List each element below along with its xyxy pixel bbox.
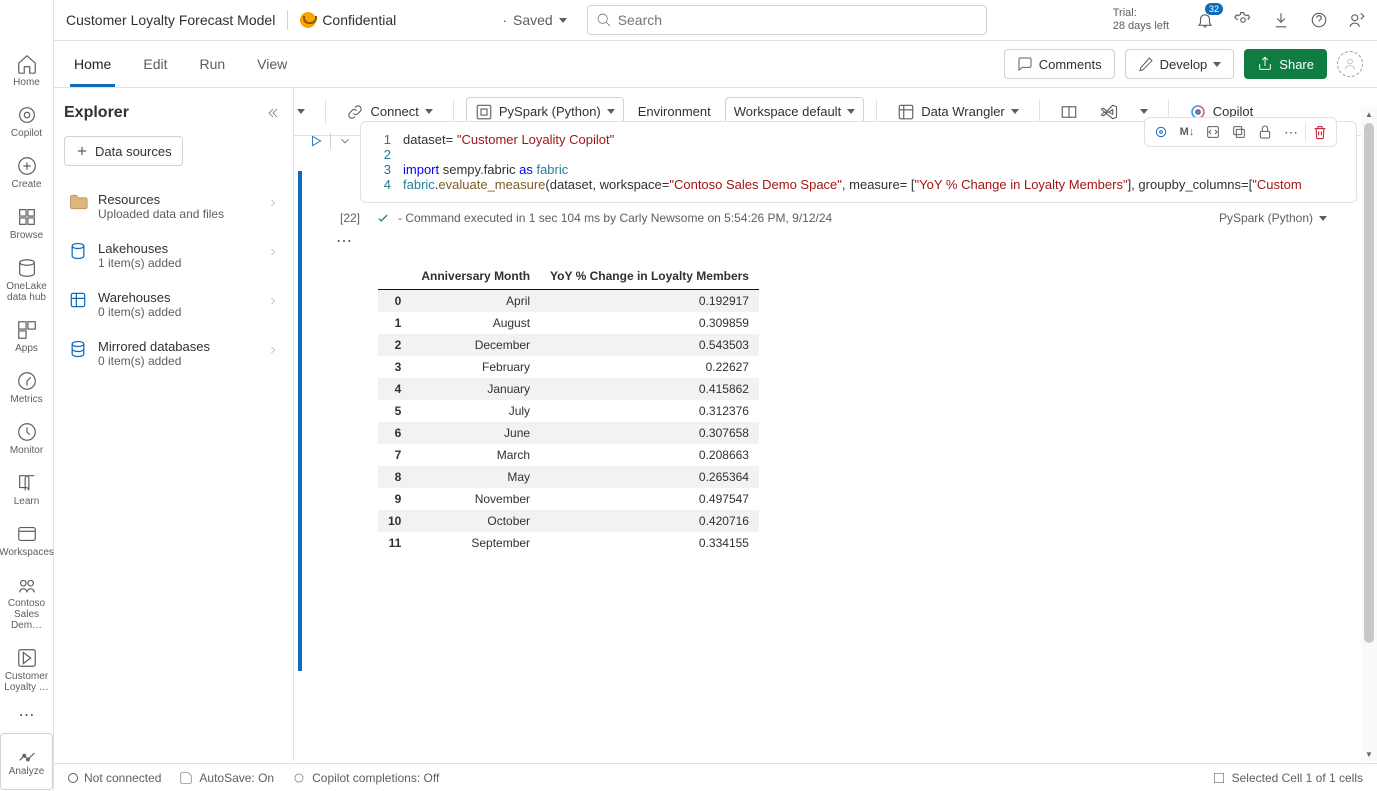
sensitivity-label[interactable]: Confidential — [300, 12, 396, 28]
confidential-icon — [300, 12, 316, 28]
tab-edit[interactable]: Edit — [127, 41, 183, 87]
search-input[interactable] — [618, 12, 978, 28]
cell-lock-icon[interactable] — [1253, 120, 1277, 144]
output-table: Anniversary Month YoY % Change in Loyalt… — [378, 263, 759, 554]
status-bar: Not connected AutoSave: On Copilot compl… — [54, 763, 1377, 791]
explorer-item[interactable]: Warehouses0 item(s) added — [64, 280, 283, 329]
cell-copy-icon[interactable] — [1227, 120, 1251, 144]
table-row: 2December0.543503 — [378, 334, 759, 356]
rail-metrics[interactable]: Metrics — [0, 362, 53, 413]
develop-button[interactable]: Develop — [1125, 49, 1235, 79]
vertical-scrollbar[interactable]: ▲ ▼ — [1361, 107, 1377, 761]
table-row: 1August0.309859 — [378, 312, 759, 334]
run-cell-dropdown[interactable] — [335, 131, 355, 151]
table-row: 10October0.420716 — [378, 510, 759, 532]
cell-more-icon[interactable]: ⋯ — [1279, 120, 1303, 144]
cell-toolbar: M↓ ⋯ — [1144, 117, 1337, 147]
rail-workspaces[interactable]: Workspaces — [0, 515, 53, 566]
explorer-title: Explorer — [64, 104, 129, 122]
rail-monitor[interactable]: Monitor — [0, 413, 53, 464]
table-row: 11September0.334155 — [378, 532, 759, 554]
tab-view[interactable]: View — [241, 41, 303, 87]
table-row: 8May0.265364 — [378, 466, 759, 488]
rail-onelake[interactable]: OneLake data hub — [0, 249, 53, 311]
table-row: 9November0.497547 — [378, 488, 759, 510]
exec-count: [22] — [326, 211, 360, 225]
chevron-down-icon — [559, 18, 567, 23]
document-title: Customer Loyalty Forecast Model — [66, 12, 275, 28]
share-button[interactable]: Share — [1244, 49, 1327, 79]
selection-status: Selected Cell 1 of 1 cells — [1212, 771, 1363, 785]
explorer-item[interactable]: ResourcesUploaded data and files — [64, 182, 283, 231]
help-icon[interactable] — [1309, 10, 1329, 30]
presence-avatar[interactable] — [1337, 51, 1363, 77]
rail-browse[interactable]: Browse — [0, 198, 53, 249]
trial-status: Trial:28 days left — [1113, 7, 1169, 33]
rail-home[interactable]: Home — [0, 45, 53, 96]
divider — [287, 10, 288, 30]
success-icon — [376, 211, 390, 225]
table-row: 5July0.312376 — [378, 400, 759, 422]
data-sources-button[interactable]: Data sources — [64, 136, 183, 166]
explorer-item[interactable]: Mirrored databases0 item(s) added — [64, 329, 283, 378]
search-icon — [596, 12, 612, 28]
table-row: 4January0.415862 — [378, 378, 759, 400]
feedback-icon[interactable] — [1347, 10, 1367, 30]
rail-apps[interactable]: Apps — [0, 311, 53, 362]
explorer-item[interactable]: Lakehouses1 item(s) added — [64, 231, 283, 280]
comments-button[interactable]: Comments — [1004, 49, 1115, 79]
rail-create[interactable]: Create — [0, 147, 53, 198]
connection-status[interactable]: Not connected — [68, 771, 161, 785]
cell-focus-indicator — [298, 171, 302, 671]
settings-icon[interactable] — [1233, 10, 1253, 30]
output-menu-icon[interactable]: ⋯ — [336, 231, 1357, 251]
rail-copilot[interactable]: Copilot — [0, 96, 53, 147]
table-row: 0April0.192917 — [378, 290, 759, 313]
copilot-status[interactable]: Copilot completions: Off — [292, 771, 439, 785]
cell-language[interactable]: PySpark (Python) — [1219, 211, 1327, 225]
search-box[interactable] — [587, 5, 987, 35]
save-status[interactable]: · Saved — [502, 12, 566, 28]
tab-home[interactable]: Home — [58, 41, 127, 87]
notifications-icon[interactable]: 32 — [1195, 10, 1215, 30]
cell-convert-icon[interactable] — [1201, 120, 1225, 144]
table-row: 6June0.307658 — [378, 422, 759, 444]
rail-analyze[interactable]: Analyze — [0, 733, 53, 790]
autosave-status[interactable]: AutoSave: On — [179, 771, 274, 785]
table-row: 7March0.208663 — [378, 444, 759, 466]
rail-contoso[interactable]: Contoso Sales Dem… — [0, 566, 53, 639]
cell-delete-icon[interactable] — [1308, 120, 1332, 144]
tab-run[interactable]: Run — [183, 41, 241, 87]
rail-learn[interactable]: Learn — [0, 464, 53, 515]
collapse-icon[interactable] — [267, 105, 283, 121]
rail-customer[interactable]: Customer Loyalty … — [0, 639, 53, 701]
table-row: 3February0.22627 — [378, 356, 759, 378]
cell-copilot-icon[interactable] — [1149, 120, 1173, 144]
explorer-panel: Explorer Data sources ResourcesUploaded … — [54, 88, 294, 761]
cell-markdown-icon[interactable]: M↓ — [1175, 120, 1199, 144]
download-icon[interactable] — [1271, 10, 1291, 30]
rail-more[interactable]: ⋯ — [0, 701, 53, 731]
run-cell-icon[interactable] — [306, 131, 326, 151]
exec-status: - Command executed in 1 sec 104 ms by Ca… — [398, 211, 832, 225]
